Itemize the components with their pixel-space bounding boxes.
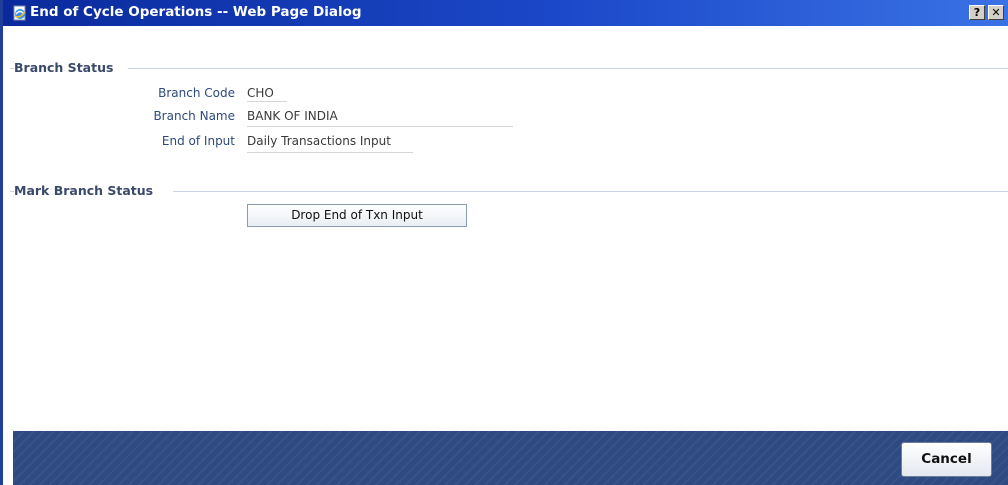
- branch-name-value: BANK OF INDIA: [247, 109, 338, 123]
- title-bar[interactable]: End of Cycle Operations -- Web Page Dial…: [3, 0, 1008, 26]
- branch-status-heading: Branch Status: [14, 60, 118, 75]
- branch-code-label: Branch Code: [158, 86, 235, 100]
- dialog-window: End of Cycle Operations -- Web Page Dial…: [0, 0, 1008, 485]
- drop-end-of-txn-input-button[interactable]: Drop End of Txn Input: [247, 204, 467, 227]
- cancel-button[interactable]: Cancel: [901, 442, 992, 477]
- end-of-input-label: End of Input: [161, 134, 235, 148]
- help-icon[interactable]: ?: [969, 5, 985, 20]
- ie-page-icon: [12, 5, 28, 21]
- branch-name-label: Branch Name: [153, 109, 235, 123]
- section-divider: [128, 68, 1008, 69]
- close-icon[interactable]: ✕: [988, 5, 1004, 20]
- field-underline: [247, 101, 287, 102]
- end-of-input-value: Daily Transactions Input: [247, 134, 391, 148]
- footer-bar: [13, 431, 1008, 485]
- field-underline: [247, 152, 413, 153]
- field-underline: [247, 126, 513, 127]
- branch-code-value: CHO: [247, 86, 274, 100]
- window-title: End of Cycle Operations -- Web Page Dial…: [30, 4, 362, 20]
- footer-gap: [6, 431, 13, 485]
- mark-branch-status-heading: Mark Branch Status: [14, 183, 158, 198]
- section-divider: [173, 191, 1008, 192]
